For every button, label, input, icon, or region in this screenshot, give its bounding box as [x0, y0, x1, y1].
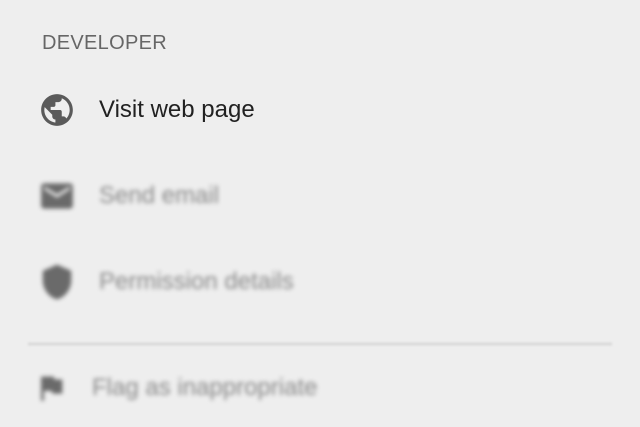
globe-icon — [38, 91, 76, 129]
email-icon — [38, 177, 76, 215]
send-email-item[interactable]: Send email — [0, 166, 640, 226]
flag-inappropriate-label: Flag as inappropriate — [92, 374, 318, 401]
visit-web-page-label: Visit web page — [99, 96, 255, 123]
flag-icon — [32, 369, 70, 407]
send-email-label: Send email — [99, 182, 220, 209]
divider — [28, 343, 612, 345]
permission-details-item[interactable]: Permission details — [0, 252, 640, 312]
section-header: DEVELOPER — [42, 32, 167, 54]
flag-inappropriate-item[interactable]: Flag as inappropriate — [0, 358, 640, 418]
permission-details-label: Permission details — [99, 268, 294, 295]
shield-icon — [38, 263, 76, 301]
visit-web-page-item[interactable]: Visit web page — [0, 80, 640, 140]
